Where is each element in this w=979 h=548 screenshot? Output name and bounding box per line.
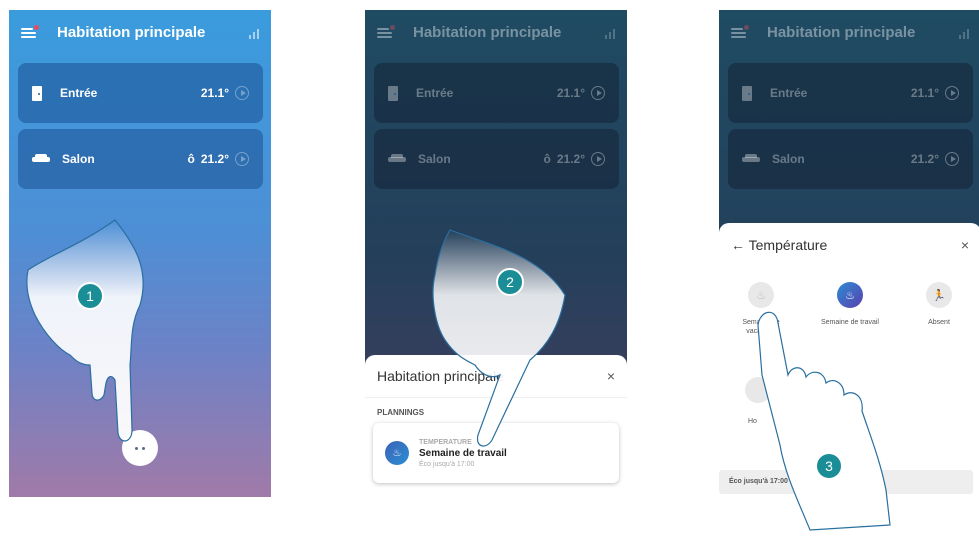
room-name: Entrée xyxy=(770,86,808,100)
mode-vacances[interactable]: ♨ Semaine de vacances xyxy=(727,282,795,336)
sofa-icon xyxy=(388,154,406,164)
sheet-title: Habitation principale xyxy=(377,368,504,384)
stage: Habitation principale Entrée 21.1° Salon… xyxy=(0,0,979,548)
close-icon[interactable]: × xyxy=(961,237,969,253)
phone-screen-1: Habitation principale Entrée 21.1° Salon… xyxy=(9,10,271,497)
walking-person-icon: 🏃 xyxy=(926,282,952,308)
step-badge-3: 3 xyxy=(815,452,843,480)
door-icon xyxy=(388,85,398,101)
play-icon[interactable] xyxy=(235,86,249,100)
extra-mode-button[interactable] xyxy=(745,377,771,403)
door-icon xyxy=(32,85,42,101)
signal-icon xyxy=(249,27,259,39)
more-button[interactable] xyxy=(122,430,158,466)
mode-list: ♨ Semaine de vacances ♨ Semaine de trava… xyxy=(719,266,979,336)
top-bar: Habitation principale xyxy=(9,10,271,55)
room-card-salon: Salon ô 21.2° xyxy=(374,129,619,189)
room-name: Salon xyxy=(62,152,95,166)
step-badge-1: 1 xyxy=(76,282,104,310)
mode-label: Ho xyxy=(748,418,757,425)
top-bar: Habitation principale xyxy=(365,10,627,55)
flame-icon: ♨ xyxy=(748,282,774,308)
sofa-icon xyxy=(742,154,760,164)
sheet-header: Habitation principale × xyxy=(365,355,627,398)
room-temperature: 21.1° xyxy=(910,86,939,100)
play-icon xyxy=(591,86,605,100)
step-badge-2: 2 xyxy=(496,268,524,296)
menu-icon[interactable] xyxy=(21,24,39,39)
door-icon xyxy=(742,85,752,101)
signal-icon xyxy=(959,27,969,39)
room-card-salon: Salon 21.2° xyxy=(728,129,973,189)
mode-absent[interactable]: 🏃 Absent xyxy=(905,282,973,336)
planning-category: TEMPERATURE xyxy=(419,438,472,446)
room-temperature: 21.2° xyxy=(910,152,939,166)
page-title: Habitation principale xyxy=(57,24,206,41)
planning-text: TEMPERATURE Semaine de travail Éco jusqu… xyxy=(419,439,507,468)
flame-icon: ♨ xyxy=(837,282,863,308)
mode-label: Absent xyxy=(928,319,950,326)
sheet-header: ← Température × xyxy=(719,223,979,266)
section-label: PLANNINGS xyxy=(377,408,425,417)
room-name: Entrée xyxy=(416,86,454,100)
plannings-sheet: Habitation principale × PLANNINGS ♨ TEMP… xyxy=(365,355,627,497)
room-temperature: 21.2° xyxy=(200,152,229,166)
planning-card[interactable]: ♨ TEMPERATURE Semaine de travail Éco jus… xyxy=(373,423,619,483)
sofa-icon xyxy=(32,154,50,164)
planning-name: Semaine de travail xyxy=(419,447,507,459)
signal-icon xyxy=(605,27,615,39)
close-icon[interactable]: × xyxy=(607,368,615,384)
room-name: Salon xyxy=(772,152,805,166)
room-temperature: 21.1° xyxy=(556,86,585,100)
room-temperature: 21.1° xyxy=(200,86,229,100)
page-title: Habitation principale xyxy=(413,24,562,41)
room-name: Entrée xyxy=(60,86,98,100)
flame-icon: ♨ xyxy=(385,441,409,465)
mode-label: Semaine de travail xyxy=(821,319,879,326)
play-icon xyxy=(591,152,605,166)
flame-icon: ô xyxy=(187,152,195,166)
play-icon xyxy=(945,152,959,166)
room-card-salon[interactable]: Salon ô 21.2° xyxy=(18,129,263,189)
room-card-entree[interactable]: Entrée 21.1° xyxy=(18,63,263,123)
mode-label: Semaine de vacances xyxy=(742,319,780,335)
menu-icon[interactable] xyxy=(377,24,395,39)
back-title[interactable]: ← Température xyxy=(731,237,827,253)
room-card-entree: Entrée 21.1° xyxy=(374,63,619,123)
page-title: Habitation principale xyxy=(767,24,916,41)
play-icon[interactable] xyxy=(235,152,249,166)
room-name: Salon xyxy=(418,152,451,166)
eco-status-bar: Éco jusqu'à 17:00 xyxy=(719,470,973,494)
planning-status: Éco jusqu'à 17:00 xyxy=(419,460,475,468)
top-bar: Habitation principale xyxy=(719,10,979,55)
play-icon xyxy=(945,86,959,100)
temperature-sheet: ← Température × ♨ Semaine de vacances ♨ … xyxy=(719,223,979,497)
phone-screen-2: Habitation principale Entrée 21.1° Salon… xyxy=(365,10,627,497)
room-card-entree: Entrée 21.1° xyxy=(728,63,973,123)
flame-icon: ô xyxy=(543,152,551,166)
room-temperature: 21.2° xyxy=(556,152,585,166)
phone-screen-3: Habitation principale Entrée 21.1° Salon… xyxy=(719,10,979,497)
menu-icon[interactable] xyxy=(731,24,749,39)
mode-travail[interactable]: ♨ Semaine de travail xyxy=(816,282,884,336)
